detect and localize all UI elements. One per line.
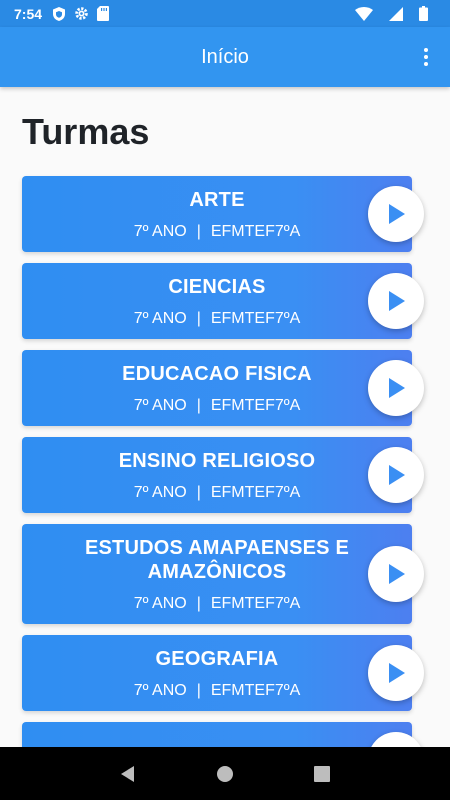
class-separator: | [196,223,201,240]
sd-card-icon [97,6,110,21]
gear-icon [74,6,89,21]
recents-icon[interactable] [307,759,337,789]
play-icon [389,564,405,584]
play-button[interactable] [368,273,424,329]
play-icon [389,465,405,485]
page-title: Turmas [22,111,150,152]
play-icon [389,378,405,398]
class-card-partial[interactable] [22,722,424,747]
play-button[interactable] [368,360,424,416]
shield-icon [52,6,66,22]
class-name: GEOGRAFIA [155,648,279,670]
class-separator: | [196,310,201,327]
class-separator: | [196,595,201,612]
wifi-icon [355,6,373,21]
class-separator: | [196,682,201,699]
play-button[interactable] [368,645,424,701]
class-name: ARTE [189,189,245,211]
back-icon[interactable] [113,759,143,789]
class-meta: 7º ANO | EFMTEF7ºA [62,396,372,416]
class-card-geografia[interactable]: GEOGRAFIA 7º ANO | EFMTEF7ºA [22,635,424,711]
play-icon [389,291,405,311]
signal-icon [389,6,403,21]
class-name: ESTUDOS AMAPAENSES E AMAZÔNICOS [84,537,350,583]
class-name: ENSINO RELIGIOSO [118,450,316,472]
class-grade: 7º ANO [133,682,187,699]
class-card-estudos-amapaenses[interactable]: ESTUDOS AMAPAENSES E AMAZÔNICOS 7º ANO | E… [22,524,424,624]
class-code: EFMTEF7ºA [210,682,301,699]
class-code: EFMTEF7ºA [210,595,301,612]
class-card-ciencias[interactable]: CIENCIAS 7º ANO | EFMTEF7ºA [22,263,424,339]
app-bar-title: Início [201,45,249,68]
play-icon [389,204,405,224]
class-grade: 7º ANO [133,310,187,327]
play-button[interactable] [368,546,424,602]
class-grade: 7º ANO [133,595,187,612]
play-button[interactable] [368,186,424,242]
play-icon [389,663,405,683]
class-name: CIENCIAS [168,276,266,298]
main-content: Turmas ARTE 7º ANO | EFMTEF7ºA CIENCIAS 7º… [0,87,450,747]
class-meta: 7º ANO | EFMTEF7ºA [62,309,372,329]
more-vert-icon[interactable] [410,37,442,77]
class-code: EFMTEF7ºA [210,484,301,501]
play-button[interactable] [368,447,424,503]
home-icon[interactable] [210,759,240,789]
class-name: EDUCACAO FISICA [122,363,312,385]
status-bar: 7:54 [0,0,450,27]
class-meta: 7º ANO | EFMTEF7ºA [62,594,372,614]
class-separator: | [196,397,201,414]
class-meta: 7º ANO | EFMTEF7ºA [62,483,372,503]
app-bar: Início [0,27,450,87]
status-time: 7:54 [14,5,43,22]
class-card-arte[interactable]: ARTE 7º ANO | EFMTEF7ºA [22,176,424,252]
class-card-ensino-religioso[interactable]: ENSINO RELIGIOSO 7º ANO | EFMTEF7ºA [22,437,424,513]
class-card-educacao-fisica[interactable]: EDUCACAO FISICA 7º ANO | EFMTEF7ºA [22,350,424,426]
class-list: ARTE 7º ANO | EFMTEF7ºA CIENCIAS 7º ANO | EF… [22,176,442,747]
class-separator: | [196,484,201,501]
class-name [62,734,372,747]
class-meta: 7º ANO | EFMTEF7ºA [62,222,372,242]
class-grade: 7º ANO [133,484,187,501]
battery-icon [419,6,428,21]
class-grade: 7º ANO [133,223,187,240]
class-code: EFMTEF7ºA [210,310,301,327]
class-grade: 7º ANO [133,397,187,414]
class-meta: 7º ANO | EFMTEF7ºA [62,681,372,701]
class-code: EFMTEF7ºA [210,397,301,414]
class-code: EFMTEF7ºA [210,223,301,240]
system-nav-bar [0,747,450,800]
